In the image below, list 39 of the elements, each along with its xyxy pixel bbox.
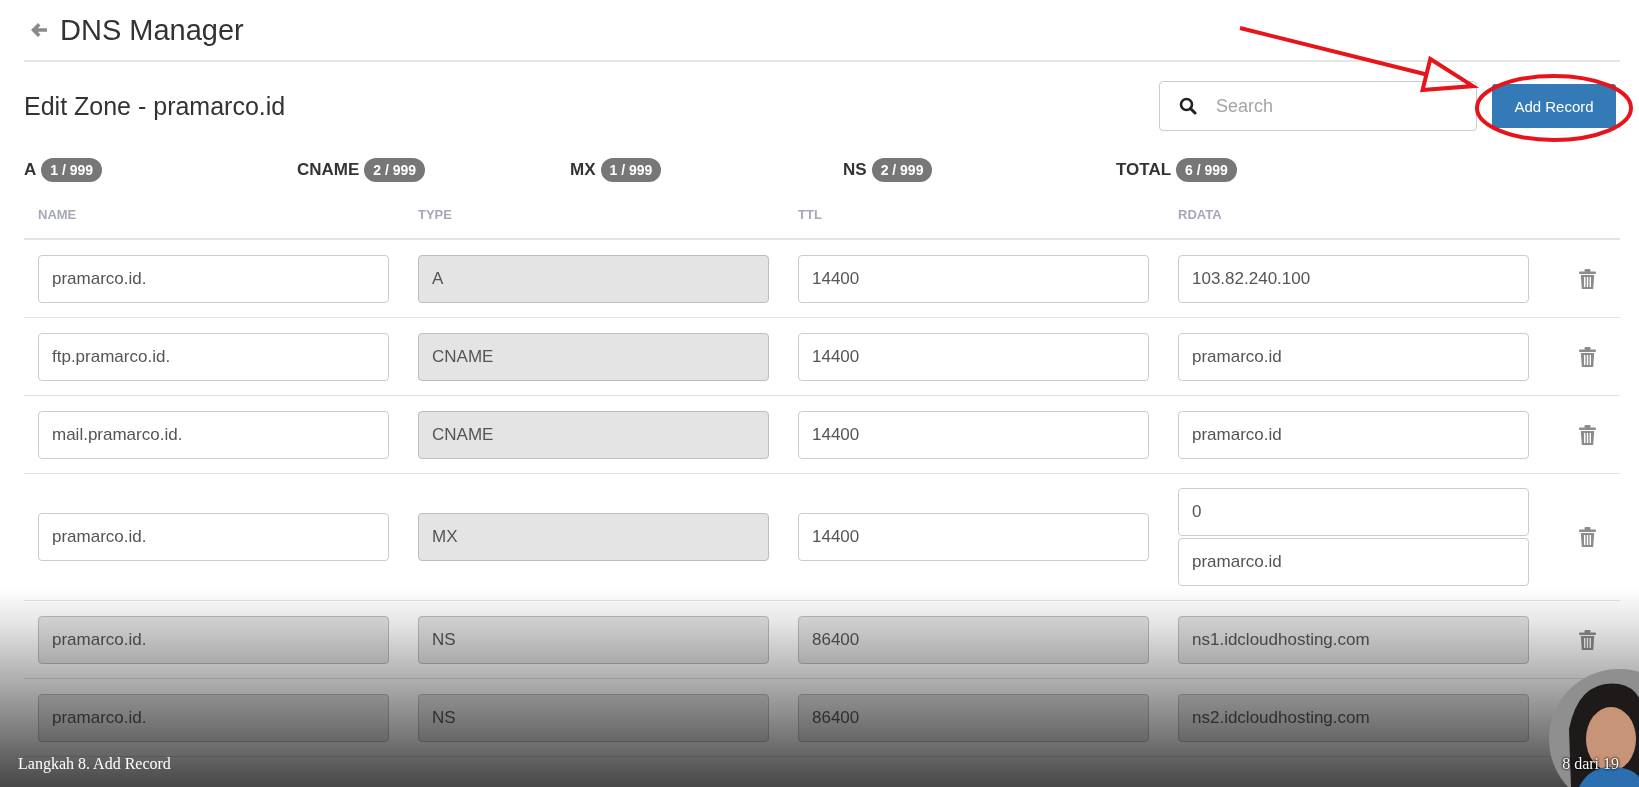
search-field[interactable]: Search [1159,81,1477,131]
input-field[interactable]: 14400 [798,513,1149,561]
count-badge: 1 / 999 [600,158,662,182]
input-field[interactable]: 14400 [798,410,1149,459]
column-header: RDATA [1178,206,1223,222]
record-type-label: TOTAL [1116,160,1172,180]
count-badge: 6 / 999 [1176,158,1237,182]
count-badge: 2 / 999 [871,158,933,182]
record-type-label: A [24,160,37,180]
input-field[interactable]: pramarco.id. [38,254,389,303]
trash-icon[interactable] [1578,424,1596,445]
input-field[interactable]: 0 [1178,488,1529,536]
page-title: DNS Manager [60,13,244,47]
column-header: TYPE [418,206,453,222]
add-record-button[interactable]: Add Record [1492,84,1616,128]
input-field[interactable]: 103.82.240.100 [1178,254,1529,303]
input-field[interactable]: pramarco.id. [38,513,389,561]
input-field[interactable]: pramarco.id [1178,538,1529,586]
back-arrow-icon[interactable] [30,22,48,38]
input-field[interactable]: pramarco.id [1178,332,1529,381]
trash-icon[interactable] [1578,268,1596,289]
input-field[interactable]: pramarco.id [1178,410,1529,459]
zone-title: Edit Zone - pramarco.id [24,91,286,121]
record-type-label: NS [843,160,867,180]
count-badge: 2 / 999 [364,158,426,182]
record-type-label: CNAME [297,160,360,180]
count-badge: 1 / 999 [41,158,103,182]
search-icon [1179,97,1197,115]
input-field[interactable]: 14400 [798,254,1149,303]
column-header: NAME [38,206,78,222]
record-type-label: MX [570,160,596,180]
column-header: TTL [798,206,823,222]
input-field[interactable]: 14400 [798,332,1149,381]
input-field[interactable]: mail.pramarco.id. [38,410,389,459]
input-field[interactable]: ftp.pramarco.id. [38,332,389,381]
trash-icon[interactable] [1578,527,1596,547]
trash-icon[interactable] [1578,346,1596,367]
trash-icon[interactable] [1578,629,1596,650]
slide-caption: Langkah 8. Add Record [18,755,171,773]
